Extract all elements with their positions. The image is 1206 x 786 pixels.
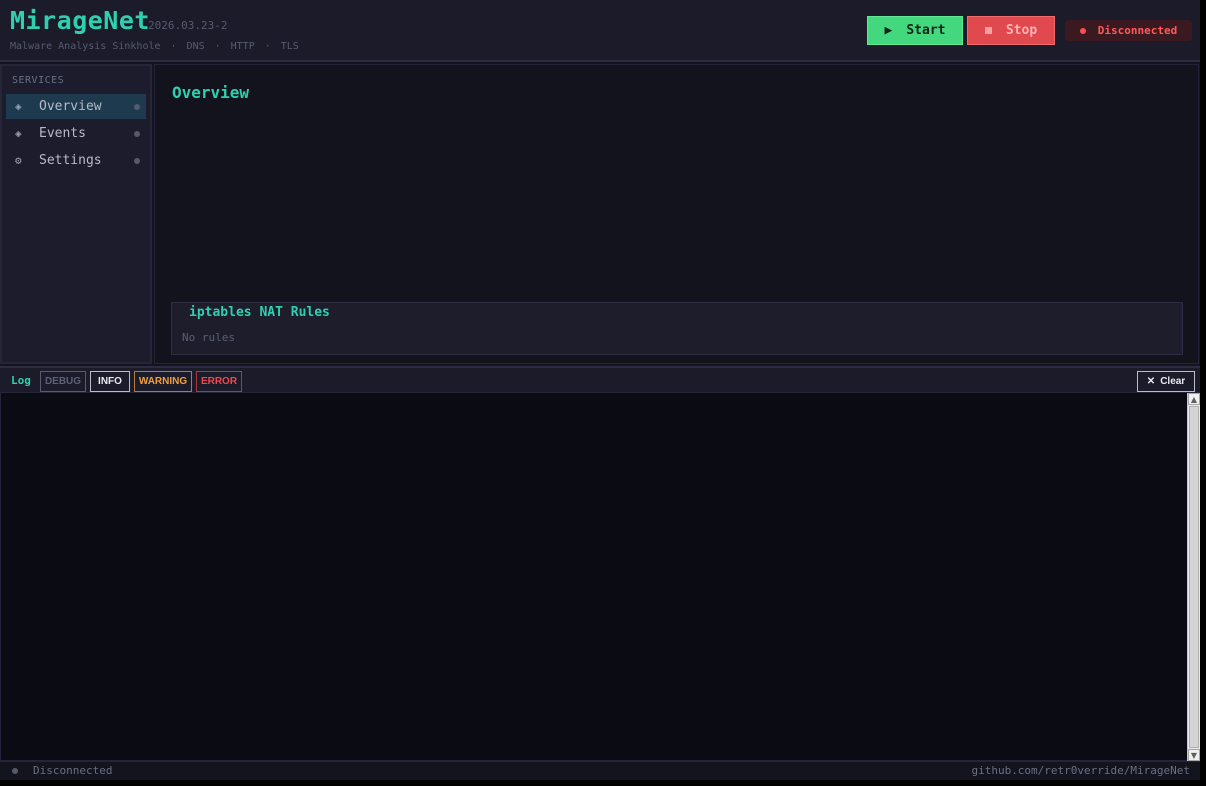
sidebar-item-label: Settings [39, 153, 102, 168]
log-filter-info[interactable]: INFO [90, 371, 130, 392]
subtitle-http: HTTP [230, 41, 255, 52]
separator: · [264, 41, 271, 52]
app-window: MirageNet 2026.03.23-2 Malware Analysis … [0, 0, 1200, 780]
start-button[interactable]: ▶ Start [867, 16, 963, 45]
connection-status-badge: Disconnected [1065, 20, 1192, 41]
start-button-label: Start [906, 23, 946, 38]
diamond-icon: ◈ [15, 100, 22, 113]
sidebar-item-settings[interactable]: ⚙ Settings [6, 148, 146, 173]
sidebar-heading: SERVICES [12, 75, 65, 86]
play-icon: ▶ [884, 23, 893, 38]
subtitle-tls: TLS [280, 41, 299, 52]
clear-log-button[interactable]: ✕ Clear [1137, 371, 1195, 392]
log-output[interactable]: ▲ ▼ [0, 392, 1200, 761]
service-status-dot-icon [134, 103, 140, 110]
nat-rules-empty-text: No rules [182, 331, 235, 344]
app-version: 2026.03.23-2 [148, 19, 228, 32]
gear-icon: ⚙ [15, 154, 22, 167]
sidebar-item-events[interactable]: ◈ Events [6, 121, 146, 146]
subtitle-description: Malware Analysis Sinkhole [10, 41, 161, 52]
nat-rules-panel: iptables NAT Rules No rules [171, 302, 1183, 355]
scroll-down-arrow-icon[interactable]: ▼ [1188, 749, 1200, 761]
service-status-dot-icon [134, 157, 140, 164]
header: MirageNet 2026.03.23-2 Malware Analysis … [0, 0, 1200, 62]
footer-status-text: Disconnected [33, 764, 113, 777]
status-dot-icon [12, 768, 18, 774]
nat-rules-title: iptables NAT Rules [189, 305, 330, 320]
log-label: Log [11, 374, 31, 387]
stop-button[interactable]: Stop [967, 16, 1055, 45]
repository-link[interactable]: github.com/retr0verride/MirageNet [971, 764, 1190, 777]
separator: · [214, 41, 221, 52]
log-filter-debug[interactable]: DEBUG [40, 371, 86, 392]
close-icon: ✕ [1146, 376, 1156, 387]
log-filter-error[interactable]: ERROR [196, 371, 242, 392]
sidebar-item-label: Overview [39, 99, 102, 114]
status-dot-icon [1079, 27, 1086, 34]
clear-log-label: Clear [1160, 376, 1186, 387]
sidebar: SERVICES ◈ Overview ◈ Events ⚙ Settings [0, 64, 152, 364]
sidebar-item-label: Events [39, 126, 86, 141]
page-title: Overview [172, 83, 250, 102]
app-subtitle: Malware Analysis Sinkhole · DNS · HTTP · TLS [10, 41, 299, 52]
subtitle-dns: DNS [186, 41, 205, 52]
log-scrollbar[interactable]: ▲ ▼ [1187, 393, 1200, 761]
service-status-dot-icon [134, 130, 140, 137]
stop-icon [984, 27, 992, 34]
log-toolbar: Log DEBUG INFO WARNING ERROR ✕ Clear [0, 366, 1200, 392]
app-title: MirageNet [10, 6, 150, 35]
scroll-up-arrow-icon[interactable]: ▲ [1188, 393, 1200, 405]
status-bar: Disconnected github.com/retr0verride/Mir… [0, 761, 1200, 780]
diamond-icon: ◈ [15, 127, 22, 140]
sidebar-item-overview[interactable]: ◈ Overview [6, 94, 146, 119]
stop-button-label: Stop [1005, 23, 1038, 38]
log-filter-warning[interactable]: WARNING [134, 371, 192, 392]
separator: · [170, 41, 177, 52]
main-panel: Overview iptables NAT Rules No rules [154, 64, 1199, 364]
scrollbar-thumb[interactable] [1189, 406, 1199, 748]
connection-status-text: Disconnected [1097, 24, 1178, 37]
